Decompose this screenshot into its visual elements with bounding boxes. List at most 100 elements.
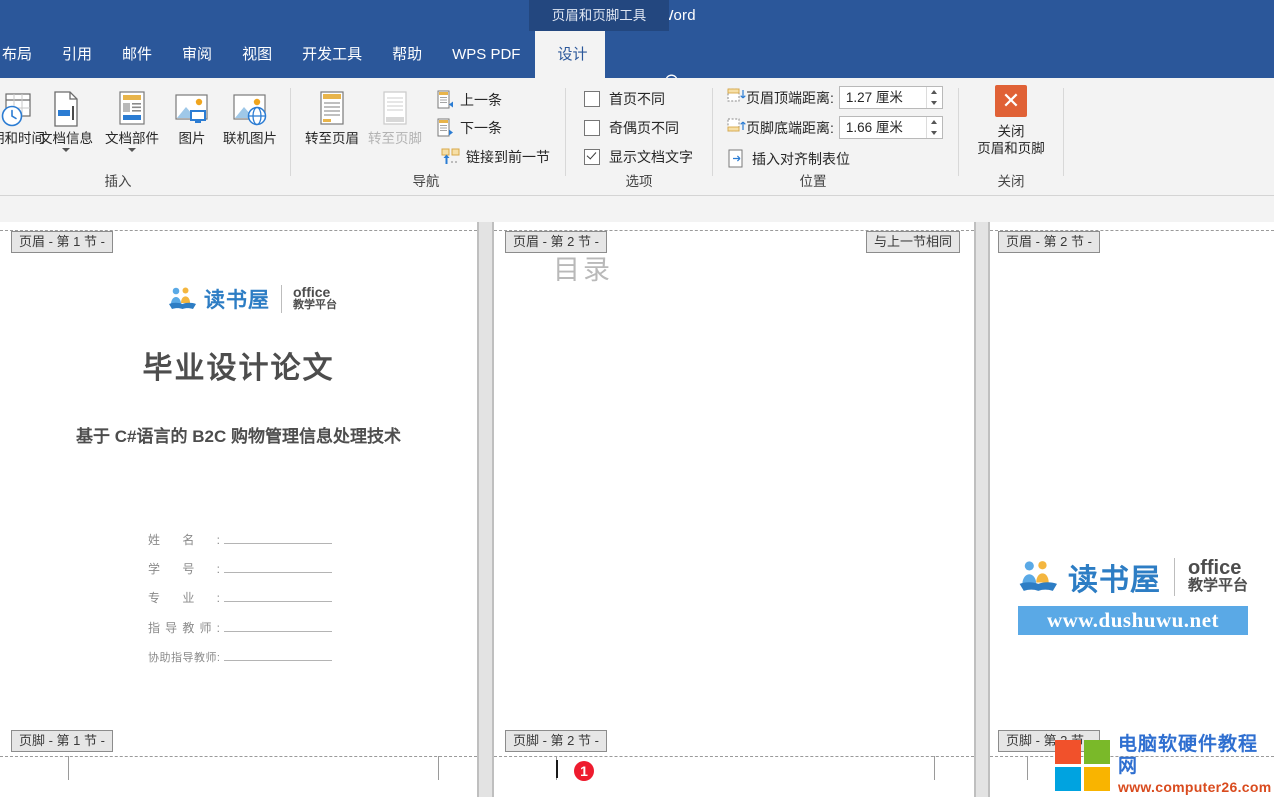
page1-footer-boundary: [0, 756, 477, 757]
field-label: 姓名:: [148, 531, 220, 548]
link-to-previous-label: 链接到前一节: [466, 147, 550, 167]
link-to-previous-button[interactable]: 链接到前一节: [441, 144, 550, 169]
page1-field-major: 专业:: [148, 586, 332, 606]
tab-wps-pdf[interactable]: WPS PDF: [437, 31, 535, 78]
field-line: [224, 586, 332, 602]
group-label-insert: 插入: [0, 170, 236, 190]
close-header-footer-button[interactable]: ✕ 关闭 页眉和页脚: [967, 85, 1055, 157]
dushuwu-logo-icon: [1018, 559, 1060, 595]
stepper-arrows[interactable]: [926, 117, 942, 138]
quick-parts-button[interactable]: 文档部件: [100, 84, 164, 152]
watermark-sub2: 教学平台: [1188, 577, 1248, 595]
page-2[interactable]: 页眉 - 第 2 节 - 与上一节相同 目录 页脚 - 第 2 节 - 1: [494, 222, 974, 797]
logo-divider: [1174, 558, 1175, 596]
page2-footer-boundary: [494, 756, 974, 757]
ribbon-group-navigation: 转至页眉 转至页脚: [291, 78, 556, 195]
link-to-previous-icon: [441, 147, 460, 166]
goto-header-button[interactable]: 转至页眉: [300, 84, 364, 147]
tab-review[interactable]: 审阅: [167, 31, 227, 78]
page-1[interactable]: 页眉 - 第 1 节 - 读书屋 office 教学平台: [0, 222, 477, 797]
checkbox-checked-icon: [584, 149, 600, 165]
page2-same-as-previous-tag: 与上一节相同: [866, 231, 960, 253]
ribbon: 期和时间 文档信息: [0, 78, 1274, 196]
online-picture-icon: [218, 84, 282, 128]
group-label-navigation: 导航: [366, 170, 486, 190]
goto-footer-icon: [363, 84, 427, 128]
doc-info-icon: [34, 84, 98, 128]
tab-help[interactable]: 帮助: [377, 31, 437, 78]
page1-header-tag: 页眉 - 第 1 节 -: [11, 231, 113, 253]
different-first-page-checkbox[interactable]: 首页不同: [584, 87, 665, 111]
insert-picture-label: 图片: [160, 131, 224, 147]
group-label-position: 位置: [713, 170, 913, 190]
show-document-text-label: 显示文档文字: [609, 147, 693, 167]
online-pictures-label: 联机图片: [218, 131, 282, 147]
goto-footer-button[interactable]: 转至页脚: [363, 84, 427, 147]
chevron-down-icon[interactable]: [128, 148, 136, 152]
page1-subtitle: 基于 C#语言的 B2C 购物管理信息处理技术: [0, 422, 477, 447]
chevron-down-icon[interactable]: [62, 148, 70, 152]
show-document-text-checkbox[interactable]: 显示文档文字: [584, 145, 693, 169]
watermark-logo-text: 读书屋: [1068, 555, 1161, 599]
page1-title: 毕业设计论文: [0, 343, 477, 387]
different-odd-even-checkbox[interactable]: 奇偶页不同: [584, 116, 679, 140]
group-separator-5: [1063, 88, 1064, 176]
online-pictures-button[interactable]: 联机图片: [218, 84, 282, 147]
tab-layout[interactable]: 布局: [0, 31, 47, 78]
insert-picture-button[interactable]: 图片: [160, 84, 224, 147]
page3-watermark: 读书屋 office 教学平台 www.dushuwu.net: [1018, 555, 1248, 635]
header-from-top-row: 页眉顶端距离: 1.27 厘米: [727, 85, 943, 110]
document-canvas[interactable]: 页眉 - 第 1 节 - 读书屋 office 教学平台: [0, 222, 1274, 797]
document-info-label: 文档信息: [34, 131, 98, 147]
insert-alignment-tab-button[interactable]: 插入对齐制表位: [727, 146, 850, 171]
page1-field-student-id: 学号:: [148, 557, 332, 577]
watermark-sub1: office: [1188, 559, 1248, 577]
page1-field-name: 姓名:: [148, 528, 332, 548]
stepper-arrows[interactable]: [926, 87, 942, 108]
next-icon: [435, 118, 454, 137]
tab-mailings[interactable]: 邮件: [107, 31, 167, 78]
field-line: [224, 557, 332, 573]
group-label-close: 关闭: [959, 170, 1063, 190]
ribbon-group-position: 页眉顶端距离: 1.27 厘米 页脚底端距离: [713, 78, 958, 195]
stepper-up-icon[interactable]: [927, 87, 942, 98]
logo-divider: [281, 285, 282, 313]
stepper-down-icon[interactable]: [927, 128, 942, 139]
footer-from-bottom-stepper[interactable]: 1.66 厘米: [839, 116, 943, 139]
text-cursor: [556, 760, 558, 778]
site-badge-url: www.computer26.com: [1118, 779, 1271, 795]
stepper-up-icon[interactable]: [927, 117, 942, 128]
header-from-top-value[interactable]: 1.27 厘米: [840, 87, 926, 108]
tab-developer[interactable]: 开发工具: [287, 31, 377, 78]
site-badge-text: 电脑软硬件教程网 www.computer26.com: [1118, 734, 1274, 797]
field-label: 专业:: [148, 589, 220, 606]
close-header-footer-label-line1: 关闭: [967, 123, 1055, 140]
tab-view[interactable]: 视图: [227, 31, 287, 78]
footer-from-bottom-value[interactable]: 1.66 厘米: [840, 117, 926, 138]
page-gap-2: [974, 222, 990, 797]
header-from-top-stepper[interactable]: 1.27 厘米: [839, 86, 943, 109]
previous-icon: [435, 90, 454, 109]
close-header-footer-label-line2: 页眉和页脚: [967, 140, 1055, 157]
header-from-top-label: 页眉顶端距离:: [746, 88, 834, 108]
document-info-button[interactable]: 文档信息: [34, 84, 98, 152]
goto-header-icon: [300, 84, 364, 128]
field-line: [224, 645, 332, 661]
contextual-tool-tab-label: 页眉和页脚工具: [529, 0, 669, 31]
checkbox-icon: [584, 120, 600, 136]
page1-footer-tag: 页脚 - 第 1 节 -: [11, 730, 113, 752]
site-badge-overlay: 电脑软硬件教程网 www.computer26.com: [1055, 734, 1274, 797]
stepper-down-icon[interactable]: [927, 98, 942, 109]
page3-footer-margin-tick-left: [1027, 756, 1028, 780]
ruler-band: 6 4 2 2 4 6 8 10 12 14 16 18 20 22 24 26…: [0, 196, 1274, 222]
tab-design[interactable]: 设计: [535, 31, 605, 78]
field-label: 学号:: [148, 560, 220, 577]
goto-header-label: 转至页眉: [300, 131, 364, 147]
watermark-url: www.dushuwu.net: [1018, 606, 1248, 635]
tab-references[interactable]: 引用: [47, 31, 107, 78]
page-3[interactable]: 页眉 - 第 2 节 - 读书屋: [990, 222, 1274, 797]
insert-alignment-tab-label: 插入对齐制表位: [752, 149, 850, 169]
next-button[interactable]: 下一条: [435, 115, 502, 140]
word-application-window: 原稿.docx - Word 页眉和页脚工具 布局 引用 邮件 审阅 视图 开发…: [0, 0, 1274, 797]
previous-button[interactable]: 上一条: [435, 87, 502, 112]
